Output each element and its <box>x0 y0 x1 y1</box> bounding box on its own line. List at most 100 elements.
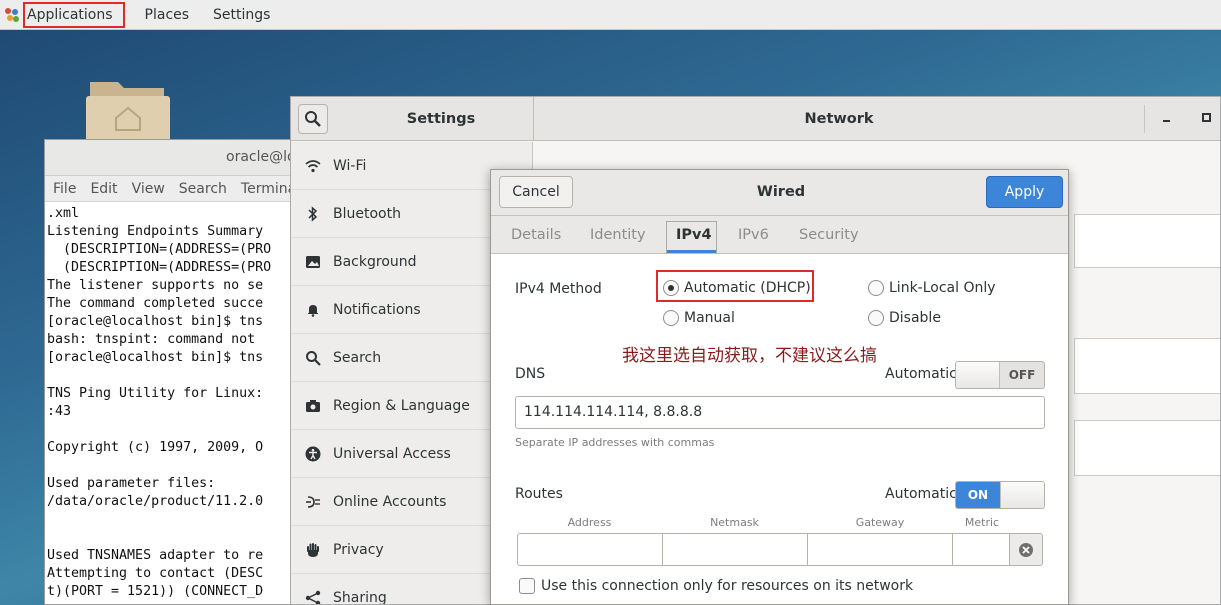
routes-automatic-switch[interactable]: ON <box>955 481 1045 509</box>
apply-button[interactable]: Apply <box>986 176 1063 208</box>
dns-automatic-label: Automatic <box>885 366 957 382</box>
radio-manual[interactable]: Manual <box>663 310 735 326</box>
wifi-icon <box>305 158 321 174</box>
radio-disable[interactable]: Disable <box>868 310 941 326</box>
wired-connection-card: ⚙ <box>1074 214 1220 268</box>
bluetooth-icon <box>305 205 321 222</box>
minimize-button[interactable] <box>1158 109 1176 127</box>
terminal-menubar: File Edit View Search Terminal <box>45 176 303 202</box>
route-column-metric: Metric <box>964 516 1000 529</box>
terminal-line: The listener supports no se <box>47 278 264 293</box>
sidebar-item-label: Region & Language <box>333 397 470 414</box>
accessibility-icon <box>305 446 321 462</box>
terminal-line: .xml <box>47 206 80 221</box>
applications-menu[interactable]: Applications <box>23 1 125 28</box>
terminal-line: TNS Ping Utility for Linux: <box>47 386 264 401</box>
places-menu[interactable]: Places <box>143 4 192 26</box>
routes-automatic-label: Automatic <box>885 486 957 502</box>
radio-indicator <box>868 280 884 296</box>
dialog-title: Wired <box>756 184 806 200</box>
maximize-button[interactable] <box>1198 109 1216 127</box>
terminal-title: oracle@lo <box>45 140 303 176</box>
terminal-menu-view[interactable]: View <box>132 181 165 197</box>
route-column-address: Address <box>567 516 612 529</box>
background-icon <box>305 254 321 270</box>
terminal-line: Copyright (c) 1997, 2009, O <box>47 440 264 455</box>
search-button[interactable] <box>298 104 328 134</box>
switch-state: ON <box>956 482 1000 508</box>
switch-knob <box>956 362 1001 388</box>
dns-automatic-switch[interactable]: OFF <box>955 361 1045 389</box>
dns-hint: Separate IP addresses with commas <box>515 436 715 449</box>
sidebar-item-label: Privacy <box>333 541 384 558</box>
terminal-line: [oracle@localhost bin]$ tns <box>47 314 264 329</box>
route-netmask-input[interactable] <box>662 533 808 566</box>
hand-icon <box>305 542 321 558</box>
route-gateway-input[interactable] <box>807 533 953 566</box>
delete-route-button[interactable] <box>1009 533 1043 566</box>
terminal-output[interactable]: .xml Listening Endpoints Summary (DESCRIP… <box>45 202 303 602</box>
terminal-line: Listening Endpoints Summary <box>47 224 264 239</box>
dns-input[interactable]: 114.114.114.114, 8.8.8.8 <box>515 396 1045 429</box>
maximize-icon <box>1202 113 1211 122</box>
radio-link-local-only[interactable]: Link-Local Only <box>868 280 996 296</box>
wired-dialog: Cancel Wired Apply Details Identity IPv4… <box>490 169 1069 605</box>
sidebar-item-label: Notifications <box>333 301 421 318</box>
active-tab-underline <box>667 250 716 253</box>
terminal-line: Used parameter files: <box>47 476 216 491</box>
annotation-highlight-box <box>656 270 814 302</box>
tab-ipv4[interactable]: IPv4 <box>676 216 712 254</box>
terminal-menu-search[interactable]: Search <box>179 181 227 197</box>
tab-identity[interactable]: Identity <box>590 216 646 254</box>
sidebar-item-label: Universal Access <box>333 445 451 462</box>
terminal-line: [oracle@localhost bin]$ tns <box>47 350 264 365</box>
dns-label: DNS <box>515 366 546 382</box>
terminal-line: Attempting to contact (DESC <box>47 566 264 581</box>
settings-menu[interactable]: Settings <box>211 4 272 26</box>
sidebar-item-label: Search <box>333 349 382 366</box>
dialog-headerbar: Cancel Wired Apply <box>491 170 1068 216</box>
switch-knob <box>999 482 1044 508</box>
vpn-card <box>1074 338 1220 394</box>
camera-icon <box>305 398 321 414</box>
terminal-menu-file[interactable]: File <box>53 181 76 197</box>
sidebar-item-label: Sharing <box>333 589 387 605</box>
settings-title: Settings <box>406 111 476 127</box>
route-column-netmask: Netmask <box>710 516 759 529</box>
checkbox-label: Use this connection only for resources o… <box>541 578 914 594</box>
gnome-logo-icon <box>5 7 19 22</box>
ipv4-settings-body: IPv4 Method Automatic (DHCP) Link-Local … <box>491 255 1068 604</box>
route-metric-input[interactable] <box>952 533 1010 566</box>
settings-headerbar: Settings Network <box>291 97 1220 141</box>
terminal-menu-edit[interactable]: Edit <box>90 181 117 197</box>
radio-label: Link-Local Only <box>889 280 996 296</box>
terminal-line: (DESCRIPTION=(ADDRESS=(PRO <box>47 242 272 257</box>
sidebar-item-label: Online Accounts <box>333 493 447 510</box>
network-panel-title: Network <box>804 111 874 127</box>
radio-label: Manual <box>684 310 735 326</box>
radio-indicator <box>663 310 679 326</box>
tab-details[interactable]: Details <box>511 216 561 254</box>
tab-ipv6[interactable]: IPv6 <box>738 216 769 254</box>
checkbox-indicator <box>519 578 535 594</box>
radio-label: Disable <box>889 310 941 326</box>
cancel-button[interactable]: Cancel <box>499 176 573 208</box>
sidebar-item-label: Bluetooth <box>333 205 401 222</box>
terminal-line: /data/oracle/product/11.2.0 <box>47 494 264 509</box>
terminal-line: t)(PORT = 1521)) (CONNECT_D <box>47 584 264 599</box>
terminal-line: (DESCRIPTION=(ADDRESS=(PRO <box>47 260 272 275</box>
sidebar-item-label: Wi-Fi <box>333 157 367 174</box>
route-address-input[interactable] <box>517 533 663 566</box>
terminal-line: OK (0 msec) <box>47 601 303 602</box>
header-divider <box>1144 105 1145 133</box>
bell-icon <box>305 302 321 318</box>
home-folder-icon[interactable] <box>86 78 170 142</box>
tab-security[interactable]: Security <box>799 216 859 254</box>
switch-state: OFF <box>1008 368 1036 382</box>
sidebar-item-label: Background <box>333 253 417 270</box>
search-icon <box>305 111 321 127</box>
terminal-window[interactable]: oracle@lo File Edit View Search Terminal… <box>44 139 304 605</box>
only-resources-checkbox[interactable]: Use this connection only for resources o… <box>519 578 913 594</box>
